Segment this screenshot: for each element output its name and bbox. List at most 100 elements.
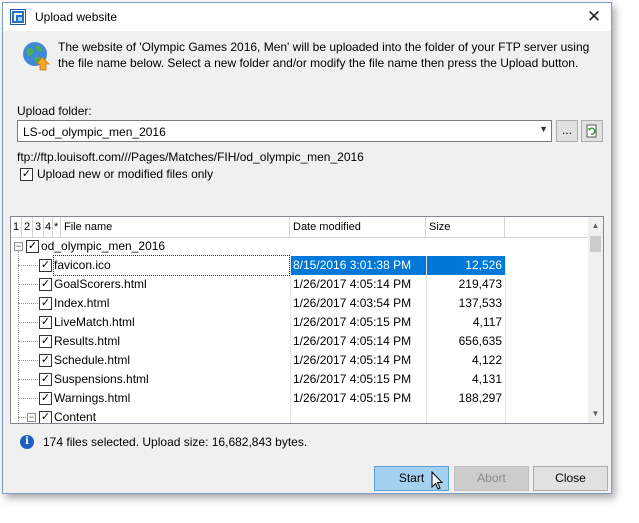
tree-line [18, 341, 38, 342]
column-1-header[interactable]: 1 [11, 217, 22, 237]
window-title: Upload website [35, 10, 118, 24]
upload-folder-combobox[interactable]: LS-od_olympic_men_2016 ▼ [17, 120, 552, 142]
column-empty-header [505, 217, 590, 237]
column-3-header[interactable]: 3 [33, 217, 44, 237]
column-divider [290, 351, 291, 370]
column-divider [426, 408, 427, 423]
close-window-button[interactable]: ✕ [577, 3, 611, 31]
file-name: LiveMatch.html [54, 315, 135, 329]
ftp-url-text: ftp://ftp.louisoft.com///Pages/Matches/F… [17, 150, 364, 164]
column-divider [426, 313, 427, 332]
file-checkbox[interactable]: ✓ [39, 316, 52, 329]
browse-folder-button[interactable]: ... [556, 120, 578, 142]
folder-name: Content [54, 410, 97, 424]
column-divider [290, 332, 291, 351]
collapse-icon[interactable]: − [14, 242, 23, 251]
upload-folder-label: Upload folder: [17, 104, 92, 118]
column-divider [505, 408, 506, 423]
file-size: 4,122 [471, 353, 502, 367]
tree-root-row[interactable]: − ✓ od_olympic_men_2016 [11, 237, 590, 256]
scroll-up-icon[interactable]: ▲ [588, 221, 603, 230]
file-checkbox[interactable]: ✓ [39, 278, 52, 291]
close-button[interactable]: Close [533, 466, 608, 491]
file-date-modified: 8/15/2016 3:01:38 PM [290, 256, 426, 275]
tree-line [18, 360, 38, 361]
folder-row[interactable]: − ✓ Content [11, 408, 590, 424]
file-size: 12,526 [426, 256, 505, 275]
file-date-modified: 1/26/2017 4:05:15 PM [293, 391, 412, 405]
file-date-modified: 1/26/2017 4:03:54 PM [293, 296, 412, 310]
root-folder-name: od_olympic_men_2016 [41, 239, 166, 253]
scroll-down-icon[interactable]: ▼ [588, 409, 603, 418]
column-divider [505, 275, 506, 294]
file-checkbox[interactable]: ✓ [39, 335, 52, 348]
description-text: The website of 'Olympic Games 2016, Men'… [58, 40, 590, 70]
file-name: GoalScorers.html [54, 277, 147, 291]
grid-header: 1 2 3 4 * File name Date modified Size [11, 217, 590, 238]
column-divider [426, 332, 427, 351]
file-row[interactable]: ✓ LiveMatch.html 1/26/2017 4:05:15 PM 4,117 [11, 313, 590, 332]
upload-website-dialog: Upload website ✕ The website of 'Olympic… [2, 2, 612, 494]
file-date-modified: 1/26/2017 4:05:15 PM [293, 315, 412, 329]
column-file-name-header[interactable]: File name [61, 217, 290, 237]
file-size: 4,117 [472, 315, 502, 329]
file-row[interactable]: ✓ favicon.ico 8/15/2016 3:01:38 PM 12,526 [11, 255, 590, 276]
column-2-header[interactable]: 2 [22, 217, 33, 237]
file-row[interactable]: ✓ Schedule.html 1/26/2017 4:05:14 PM 4,122 [11, 351, 590, 370]
root-checkbox[interactable]: ✓ [26, 240, 39, 253]
file-checkbox[interactable]: ✓ [39, 297, 52, 310]
tree-line [18, 398, 38, 399]
column-divider [426, 256, 427, 275]
file-checkbox[interactable]: ✓ [39, 373, 52, 386]
file-row[interactable]: ✓ GoalScorers.html 1/26/2017 4:05:14 PM 219… [11, 275, 590, 294]
status-text: 174 files selected. Upload size: 16,682,… [43, 435, 308, 449]
file-name: favicon.ico [53, 255, 290, 276]
info-icon: i [20, 435, 34, 449]
file-grid[interactable]: 1 2 3 4 * File name Date modified Size −… [10, 216, 604, 424]
file-name: Index.html [54, 296, 110, 310]
upload-modified-only-label: Upload new or modified files only [37, 167, 214, 181]
column-4-header[interactable]: 4 [44, 217, 53, 237]
abort-button[interactable]: Abort [454, 466, 529, 491]
column-divider [426, 351, 427, 370]
file-name: Warnings.html [54, 391, 131, 405]
tree-line [18, 284, 38, 285]
file-size: 188,297 [458, 391, 502, 405]
column-divider [505, 313, 506, 332]
chevron-down-icon[interactable]: ▼ [539, 124, 548, 134]
file-date-modified: 1/26/2017 4:05:15 PM [293, 372, 412, 386]
collapse-icon[interactable]: − [27, 413, 36, 422]
column-divider [290, 370, 291, 389]
scroll-thumb[interactable] [590, 236, 601, 252]
file-row[interactable]: ✓ Results.html 1/26/2017 4:05:14 PM 656,635 [11, 332, 590, 351]
file-row[interactable]: ✓ Suspensions.html 1/26/2017 4:05:15 PM 4,1… [11, 370, 590, 389]
file-row[interactable]: ✓ Warnings.html 1/26/2017 4:05:15 PM 188,29… [11, 389, 590, 408]
file-date-modified: 1/26/2017 4:05:14 PM [293, 353, 412, 367]
column-divider [426, 294, 427, 313]
title-bar: Upload website ✕ [3, 3, 611, 31]
file-row[interactable]: ✓ Index.html 1/26/2017 4:03:54 PM 137,533 [11, 294, 590, 313]
file-name: Results.html [54, 334, 121, 348]
file-checkbox[interactable]: ✓ [39, 354, 52, 367]
column-size-header[interactable]: Size [426, 217, 505, 237]
file-date-modified: 1/26/2017 4:05:14 PM [293, 334, 412, 348]
column-divider [290, 256, 291, 275]
file-size: 137,533 [458, 296, 502, 310]
mouse-cursor-icon [431, 471, 444, 490]
folder-checkbox[interactable]: ✓ [39, 411, 52, 423]
vertical-scrollbar[interactable]: ▲ ▼ [588, 217, 603, 423]
file-size: 4,131 [471, 372, 502, 386]
tree-line [18, 265, 38, 266]
app-icon [10, 9, 26, 25]
column-divider [505, 351, 506, 370]
upload-modified-only-checkbox[interactable]: ✓ [20, 168, 33, 181]
column-divider [290, 294, 291, 313]
file-size: 656,635 [458, 334, 502, 348]
column-date-modified-header[interactable]: Date modified [290, 217, 426, 237]
file-checkbox[interactable]: ✓ [39, 259, 52, 272]
column-star-header[interactable]: * [53, 217, 61, 237]
column-divider [290, 313, 291, 332]
file-checkbox[interactable]: ✓ [39, 392, 52, 405]
refresh-folder-button[interactable] [581, 120, 603, 142]
column-divider [426, 275, 427, 294]
